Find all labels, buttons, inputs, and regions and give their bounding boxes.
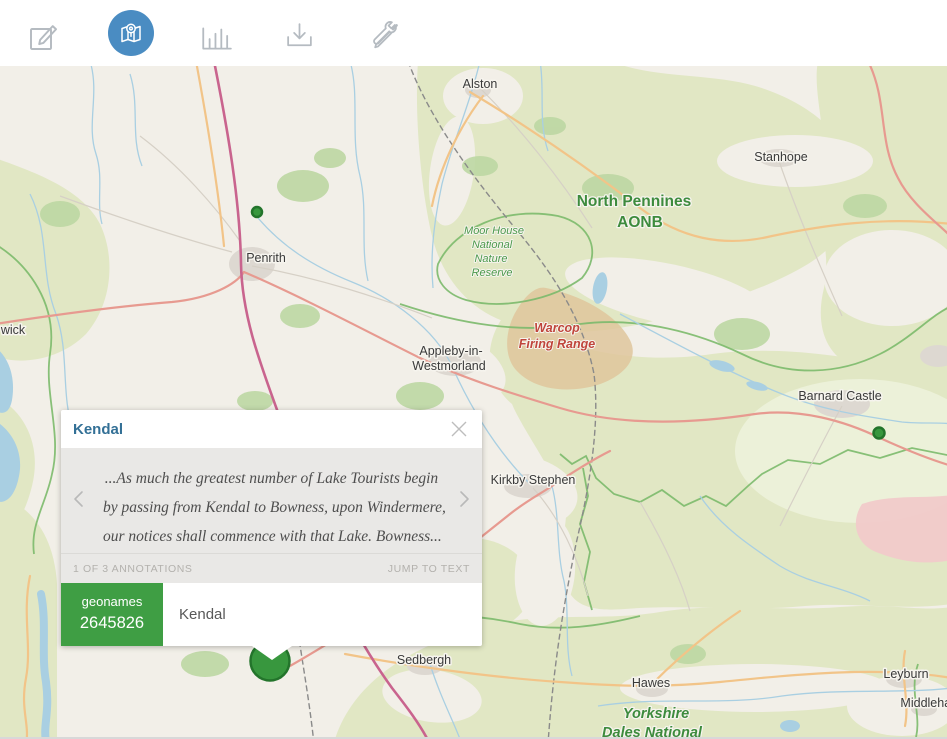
map-marker-barnard-castle[interactable] <box>874 428 885 439</box>
close-button[interactable] <box>448 418 470 440</box>
badge-source: geonames <box>82 593 143 612</box>
map-marker-penrith[interactable] <box>252 207 262 217</box>
annotation-map-app: Alston Stanhope North Pennines AONB Moor Hou… <box>0 0 947 739</box>
tools-icon <box>368 20 403 53</box>
map-label: Kirkby Stephen <box>491 473 576 487</box>
map-label: Warcop <box>534 321 580 335</box>
badge-id: 2645826 <box>80 612 144 636</box>
prev-annotation-button[interactable] <box>68 484 90 514</box>
map-label: Penrith <box>246 251 286 265</box>
geonames-badge[interactable]: geonames 2645826 <box>61 583 163 646</box>
map-label: Leyburn <box>883 667 928 681</box>
map-label: wick <box>0 323 26 337</box>
chart-view-button[interactable] <box>199 23 233 53</box>
map-label: Barnard Castle <box>798 389 881 403</box>
map-view-button[interactable] <box>108 10 154 56</box>
close-icon <box>448 418 470 440</box>
download-button[interactable] <box>283 21 316 52</box>
map-label: Middleham <box>900 696 947 710</box>
map-label: Nature <box>474 253 507 265</box>
map-label: AONB <box>617 214 663 231</box>
quote-line: our notices shall commence with that Lak… <box>103 522 440 551</box>
map-label: Westmorland <box>412 359 485 373</box>
map-label: Hawes <box>632 676 670 690</box>
jump-to-text-button[interactable]: JUMP TO TEXT <box>388 563 470 575</box>
map-label: Dales National <box>602 725 703 739</box>
edit-button[interactable] <box>27 21 59 53</box>
map-label: Reserve <box>472 267 513 279</box>
chevron-right-icon <box>453 484 475 514</box>
toolbar <box>0 0 947 66</box>
map-label: Firing Range <box>519 337 595 351</box>
annotation-popup: Kendal ...As much the greatest number of… <box>61 410 482 646</box>
popup-header: Kendal <box>61 410 482 448</box>
annotation-pager: 1 OF 3 ANNOTATIONS <box>73 563 388 575</box>
popup-title: Kendal <box>73 421 448 438</box>
map-label: National <box>472 239 513 251</box>
map-label: Stanhope <box>754 150 808 164</box>
popup-footer: 1 OF 3 ANNOTATIONS JUMP TO TEXT <box>61 553 482 583</box>
map-label: Alston <box>463 77 498 91</box>
quote-line: by passing from Kendal to Bowness, upon … <box>103 493 440 522</box>
annotation-quote: ...As much the greatest number of Lake T… <box>103 464 440 551</box>
entity-label: Kendal <box>163 583 226 646</box>
popup-body: ...As much the greatest number of Lake T… <box>61 448 482 553</box>
settings-button[interactable] <box>368 20 403 53</box>
chevron-left-icon <box>68 484 90 514</box>
download-icon <box>283 21 316 52</box>
pencil-square-icon <box>27 21 59 53</box>
map-label: Sedbergh <box>397 653 451 667</box>
map-label: Moor House <box>464 225 524 237</box>
bar-chart-icon <box>199 23 233 53</box>
map-label: Yorkshire <box>623 706 689 722</box>
map-label: Appleby-in- <box>419 344 482 358</box>
quote-line: ...As much the greatest number of Lake T… <box>103 464 440 493</box>
popup-entity-row: geonames 2645826 Kendal <box>61 583 482 646</box>
map-pin-icon <box>116 18 146 48</box>
map-label: North Pennines <box>577 193 692 210</box>
next-annotation-button[interactable] <box>453 484 475 514</box>
